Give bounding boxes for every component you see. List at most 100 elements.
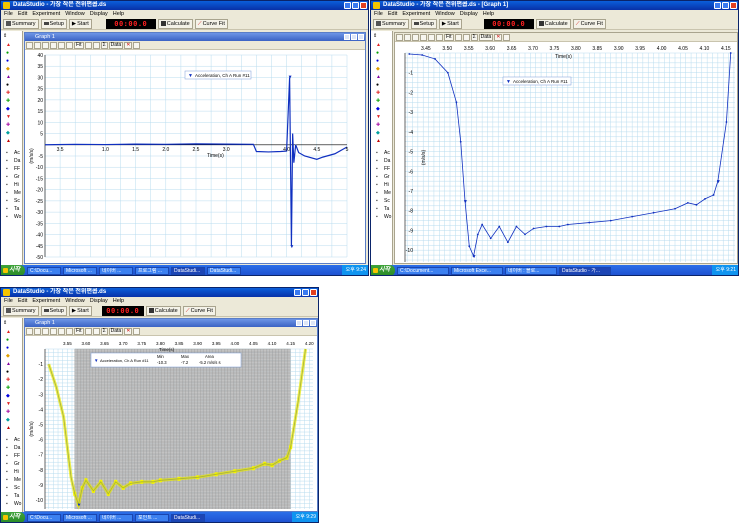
zoom-select-button[interactable] bbox=[50, 41, 57, 49]
graph-minimize-button[interactable] bbox=[296, 320, 302, 326]
note-button[interactable] bbox=[92, 327, 100, 335]
sidebar-item-label[interactable]: Gr bbox=[384, 175, 390, 180]
maximize-button[interactable] bbox=[722, 2, 729, 9]
start-button[interactable]: ▶ Start bbox=[68, 18, 92, 29]
taskbar-item[interactable]: C:\Docu... bbox=[27, 513, 62, 522]
graph-close-button[interactable] bbox=[310, 320, 316, 326]
taskbar-item[interactable]: Microsoft ... bbox=[63, 513, 98, 522]
sidebar-item-label[interactable]: FF bbox=[14, 167, 20, 172]
settings-button[interactable] bbox=[503, 33, 511, 41]
close-button[interactable] bbox=[360, 2, 367, 9]
data-menu-button[interactable]: Data bbox=[478, 33, 494, 41]
sidebar-item-label[interactable]: Gr bbox=[14, 175, 20, 180]
run-marker-icon[interactable]: ◆ bbox=[6, 107, 10, 112]
calculate-button[interactable]: Calculate bbox=[145, 305, 181, 316]
menu-experiment[interactable]: Experiment bbox=[32, 10, 60, 18]
menu-edit[interactable]: Edit bbox=[18, 297, 27, 305]
sidebar-item-label[interactable]: Wo bbox=[384, 215, 391, 220]
zoom-out-button[interactable] bbox=[412, 33, 419, 41]
fit-menu-button[interactable]: Fit bbox=[74, 41, 84, 49]
summary-button[interactable]: Summary bbox=[373, 18, 409, 29]
sidebar-item-label[interactable]: Sc bbox=[384, 199, 390, 204]
run-marker-icon[interactable]: ▼ bbox=[376, 115, 381, 120]
graph-minimize-button[interactable] bbox=[344, 34, 350, 40]
run-marker-icon[interactable]: ◆ bbox=[376, 131, 380, 136]
menu-experiment[interactable]: Experiment bbox=[32, 297, 60, 305]
sidebar-item-label[interactable]: Wo bbox=[14, 215, 21, 220]
run-marker-icon[interactable]: ◆ bbox=[6, 418, 10, 423]
maximize-button[interactable] bbox=[302, 289, 309, 296]
scale-to-fit-button[interactable] bbox=[26, 327, 33, 335]
run-marker-icon[interactable]: ◆ bbox=[376, 107, 380, 112]
menu-edit[interactable]: Edit bbox=[388, 10, 397, 18]
run-marker-icon[interactable]: ▲ bbox=[6, 139, 11, 144]
menu-experiment[interactable]: Experiment bbox=[402, 10, 430, 18]
zoom-select-button[interactable] bbox=[420, 33, 427, 41]
run-marker-icon[interactable]: ✚ bbox=[376, 91, 380, 96]
taskbar-item[interactable]: DataStudio - 가... bbox=[559, 266, 612, 275]
taskbar-item[interactable]: 포인트 ... bbox=[135, 513, 170, 522]
sidebar-item-label[interactable]: Ac bbox=[14, 438, 20, 443]
calculate-button[interactable]: Calculate bbox=[157, 18, 193, 29]
minimize-button[interactable] bbox=[294, 289, 301, 296]
sidebar-item-label[interactable]: FF bbox=[384, 167, 390, 172]
curve-fit-button[interactable]: ⟋ Curve Fit bbox=[194, 18, 228, 29]
taskbar-item[interactable]: 네이버 : 블로... bbox=[505, 266, 558, 275]
minimize-button[interactable] bbox=[714, 2, 721, 9]
run-marker-icon[interactable]: ✚ bbox=[6, 99, 10, 104]
sidebar-item-label[interactable]: Gr bbox=[14, 462, 20, 467]
slope-button[interactable] bbox=[436, 33, 443, 41]
menu-help[interactable]: Help bbox=[483, 10, 494, 18]
settings-button[interactable] bbox=[133, 327, 141, 335]
taskbar-item[interactable]: 네이버 ... bbox=[99, 266, 134, 275]
run-marker-icon[interactable]: ✚ bbox=[6, 91, 10, 96]
sidebar-arrow-icon[interactable]: ⇕ bbox=[3, 33, 7, 39]
sidebar-item-label[interactable]: FF bbox=[14, 454, 20, 459]
summary-button[interactable]: Summary bbox=[3, 18, 39, 29]
menu-help[interactable]: Help bbox=[113, 10, 124, 18]
run-marker-icon[interactable]: ● bbox=[376, 83, 379, 88]
window-3-titlebar[interactable]: DataStudio - 가장 작은 전위편콥.ds bbox=[1, 288, 318, 297]
window-1-titlebar[interactable]: DataStudio - 가장 작은 전위편콥.ds bbox=[1, 1, 368, 10]
sidebar-item-label[interactable]: Sc bbox=[14, 486, 20, 491]
sidebar-item-label[interactable]: Wo bbox=[14, 502, 21, 507]
run-marker-icon[interactable]: ▲ bbox=[6, 75, 11, 80]
start-menu-button[interactable]: 시작 bbox=[1, 265, 26, 275]
zoom-out-button[interactable] bbox=[42, 41, 49, 49]
taskbar-item[interactable]: DataStudi... bbox=[207, 266, 242, 275]
run-marker-icon[interactable]: ● bbox=[6, 51, 9, 56]
note-button[interactable] bbox=[92, 41, 100, 49]
calc-button[interactable] bbox=[84, 41, 92, 49]
scale-to-fit-button[interactable] bbox=[396, 33, 403, 41]
close-button[interactable] bbox=[310, 289, 317, 296]
setup-button[interactable]: Setup bbox=[40, 305, 67, 316]
run-marker-icon[interactable]: ▲ bbox=[6, 362, 11, 367]
menu-file[interactable]: File bbox=[4, 297, 13, 305]
run-marker-icon[interactable]: ◆ bbox=[6, 131, 10, 136]
start-menu-button[interactable]: 시작 bbox=[1, 512, 26, 522]
run-marker-icon[interactable]: ✚ bbox=[376, 99, 380, 104]
taskbar-item[interactable]: 프로그램 ... bbox=[135, 266, 170, 275]
zoom-select-button[interactable] bbox=[50, 327, 57, 335]
summary-button[interactable]: Summary bbox=[3, 305, 39, 316]
run-marker-icon[interactable]: ▼ bbox=[6, 115, 11, 120]
run-marker-icon[interactable]: ▲ bbox=[6, 426, 11, 431]
slope-button[interactable] bbox=[66, 41, 73, 49]
menu-display[interactable]: Display bbox=[460, 10, 478, 18]
sidebar-item-label[interactable]: Hi bbox=[384, 183, 389, 188]
smart-tool-button[interactable] bbox=[428, 33, 435, 41]
menu-file[interactable]: File bbox=[374, 10, 383, 18]
run-marker-icon[interactable]: ▼ bbox=[6, 402, 11, 407]
taskbar-item[interactable]: Microsoft Exce... bbox=[451, 266, 504, 275]
graph-3-titlebar[interactable]: Graph 1 bbox=[25, 319, 317, 327]
smart-tool-button[interactable] bbox=[58, 41, 65, 49]
graph-maximize-button[interactable] bbox=[303, 320, 309, 326]
sidebar-arrow-icon[interactable]: ⇕ bbox=[3, 320, 7, 326]
menu-window[interactable]: Window bbox=[435, 10, 455, 18]
taskbar-item[interactable]: Microsoft ... bbox=[63, 266, 98, 275]
menu-window[interactable]: Window bbox=[65, 297, 85, 305]
run-marker-icon[interactable]: ● bbox=[6, 83, 9, 88]
setup-button[interactable]: Setup bbox=[40, 18, 67, 29]
run-marker-icon[interactable]: ▲ bbox=[6, 43, 11, 48]
delete-button[interactable]: ✕ bbox=[124, 41, 133, 49]
